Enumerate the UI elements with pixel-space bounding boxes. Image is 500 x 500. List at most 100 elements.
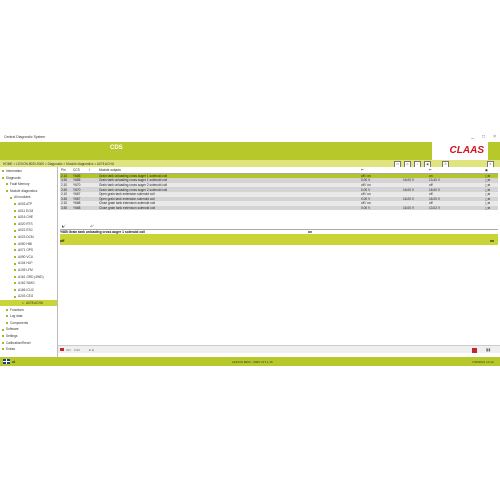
sidebar-item[interactable]: A050 HMI bbox=[14, 241, 32, 247]
sidebar-item-label: A020 RTS bbox=[18, 221, 33, 226]
sidebar-item[interactable]: All modules bbox=[10, 194, 30, 200]
graph-tab-icon[interactable]: ◣⁄ bbox=[62, 224, 65, 228]
table-row[interactable]: 3.50 Y668 Close grain tank extension solen… bbox=[60, 205, 498, 211]
playback-controls[interactable]: ◄ ► bbox=[88, 348, 95, 352]
sidebar-item[interactable]: A203 CEG bbox=[14, 293, 33, 299]
record-icon[interactable] bbox=[60, 348, 64, 351]
sidebar-item[interactable]: Extras bbox=[2, 346, 15, 352]
time-field[interactable]: 0.00 bbox=[74, 348, 80, 352]
mode-label[interactable]: ON bbox=[66, 348, 71, 352]
sidebar-item-label: All modules bbox=[14, 195, 31, 200]
bottom-toolbar: ON 0.00 ◄ ► ▮▮ bbox=[58, 345, 500, 353]
sidebar-item[interactable]: Functions bbox=[6, 307, 24, 313]
sidebar-item-label: Calibration/Reset bbox=[6, 340, 31, 345]
sidebar-item[interactable]: A023 DCM bbox=[14, 234, 34, 240]
status-datetime: 7/28/2021 14:12 bbox=[472, 360, 494, 364]
sidebar-item[interactable]: Information bbox=[2, 168, 22, 174]
sidebar-item-label: A090 VCU bbox=[18, 254, 34, 259]
sidebar-item-label: Functions bbox=[10, 307, 24, 312]
sidebar-item-label: A162 SIMO bbox=[18, 281, 35, 286]
sidebar-item-label: A016 CHE bbox=[18, 215, 34, 220]
tree-bullet-icon bbox=[14, 262, 16, 265]
tree-bullet-icon bbox=[2, 176, 4, 179]
uk-flag-icon[interactable] bbox=[3, 358, 10, 364]
sidebar-item-label: A203 CEG bbox=[18, 294, 34, 299]
sidebar-item-label: Log data bbox=[10, 314, 23, 319]
tree-bullet-icon bbox=[14, 295, 16, 298]
tree-bullet-icon bbox=[2, 341, 4, 344]
sidebar-item[interactable]: A022 ESC bbox=[14, 227, 33, 233]
sidebar-item-label: Information bbox=[6, 169, 22, 173]
tree-bullet-icon bbox=[14, 209, 16, 212]
sidebar-item[interactable]: A104 HLP bbox=[14, 260, 33, 266]
tree-bullet-icon bbox=[14, 269, 16, 272]
sidebar-item-label: A166 ICU2 bbox=[18, 287, 34, 292]
sidebar-item[interactable]: A020 RTS bbox=[14, 221, 33, 227]
sidebar-item-label: A050 HMI bbox=[18, 241, 33, 246]
sidebar-item-label: A022 ESC bbox=[18, 228, 33, 233]
sidebar-item[interactable]: A003 ATP bbox=[14, 201, 32, 207]
tree-bullet-icon bbox=[6, 189, 8, 192]
cds-window: Central Diagnostic System _ □ × CDS CLAA… bbox=[0, 132, 500, 368]
breadcrumb[interactable]: HOME > LEXION 8000-5000 > Diagnostic > M… bbox=[3, 162, 114, 166]
tree-bullet-icon bbox=[14, 216, 16, 219]
sidebar-item[interactable]: A011 ECM bbox=[14, 208, 33, 214]
sidebar-item[interactable]: A090 VCU bbox=[14, 254, 33, 260]
sidebar-item-label: A023 DCM bbox=[18, 235, 34, 239]
sidebar-item-label: Diagnostic bbox=[6, 175, 21, 180]
sidebar-item-label: A078 ACHU bbox=[26, 301, 44, 305]
tree-bullet-icon bbox=[10, 196, 12, 199]
sidebar-item-label: A105 LFM bbox=[18, 268, 33, 272]
tree-bullet-icon bbox=[14, 288, 16, 291]
sidebar-item[interactable]: Components bbox=[6, 320, 28, 326]
brand-logo-text: CLAAS bbox=[449, 145, 484, 156]
sidebar-item-label: A104 HLP bbox=[18, 261, 33, 266]
cell-name: Close grain tank extension solenoid coil bbox=[98, 205, 360, 211]
sidebar-item[interactable]: Module diagnostics bbox=[6, 188, 37, 194]
tree-bullet-icon bbox=[6, 308, 8, 311]
bar-min-label: off bbox=[60, 239, 65, 243]
tree-bullet-icon bbox=[14, 255, 16, 258]
cell-pin: 3.50 bbox=[60, 205, 72, 211]
tree-bullet-icon bbox=[14, 282, 16, 285]
sidebar-item[interactable]: A016 CHE bbox=[14, 214, 33, 220]
sidebar-item[interactable]: A105 LFM bbox=[14, 267, 33, 273]
sidebar-item[interactable]: Settings bbox=[2, 333, 18, 339]
tree-bullet-icon bbox=[22, 302, 24, 305]
status-bar: ⇌ LEXION 8000 - 5000 V17.1.16 7/28/2021 … bbox=[0, 357, 500, 366]
sidebar-item[interactable]: Fault Memory bbox=[6, 181, 29, 187]
cell-action[interactable]: ◻⚙ bbox=[484, 205, 498, 211]
sidebar-item[interactable]: Log data bbox=[6, 313, 22, 319]
window-title: Central Diagnostic System bbox=[4, 135, 46, 139]
chart-tab-icon[interactable]: ∠⁄ bbox=[90, 224, 93, 228]
sidebar-item[interactable]: Calibration/Reset bbox=[2, 340, 30, 346]
tree-bullet-icon bbox=[6, 315, 8, 318]
sidebar-item-label: A161 GRD (4WD) bbox=[18, 274, 44, 279]
sidebar-item[interactable]: A078 ACHU bbox=[0, 300, 57, 306]
sidebar-item[interactable]: Software bbox=[2, 326, 19, 332]
sidebar-tree: Information Diagnostic Fault Memory Module … bbox=[0, 167, 58, 357]
tree-bullet-icon bbox=[2, 328, 4, 331]
sidebar-item-label: Fault Memory bbox=[10, 182, 30, 187]
sidebar-item[interactable]: A161 GRD (4WD) bbox=[14, 274, 44, 280]
sidebar-item[interactable]: Diagnostic bbox=[2, 175, 21, 181]
module-outputs-table: Pin CCS i Module outputs ⊢ ⊢ ▣ 2.10 Y685 G… bbox=[60, 168, 498, 211]
sidebar-item-label: A071 OPS bbox=[18, 248, 34, 253]
sidebar-item[interactable]: A162 SIMO bbox=[14, 280, 34, 286]
cell-info bbox=[88, 205, 98, 211]
sidebar-item-label: Settings bbox=[6, 334, 18, 338]
minimize-icon[interactable]: _ bbox=[471, 134, 474, 140]
sidebar-item-label: Software bbox=[6, 327, 19, 332]
sidebar-item[interactable]: A166 ICU2 bbox=[14, 287, 34, 293]
pause-icon[interactable]: ▮▮ bbox=[486, 347, 490, 352]
signal-bar bbox=[60, 234, 498, 245]
close-icon[interactable]: × bbox=[493, 134, 496, 140]
tree-bullet-icon bbox=[6, 183, 8, 186]
tree-bullet-icon bbox=[2, 335, 4, 338]
app-name: CDS bbox=[110, 145, 123, 151]
tree-bullet-icon bbox=[14, 236, 16, 239]
stop-button[interactable] bbox=[472, 348, 477, 353]
sidebar-item[interactable]: A071 OPS bbox=[14, 247, 33, 253]
maximize-icon[interactable]: □ bbox=[482, 134, 485, 140]
usb-icon: ⇌ bbox=[12, 359, 16, 364]
